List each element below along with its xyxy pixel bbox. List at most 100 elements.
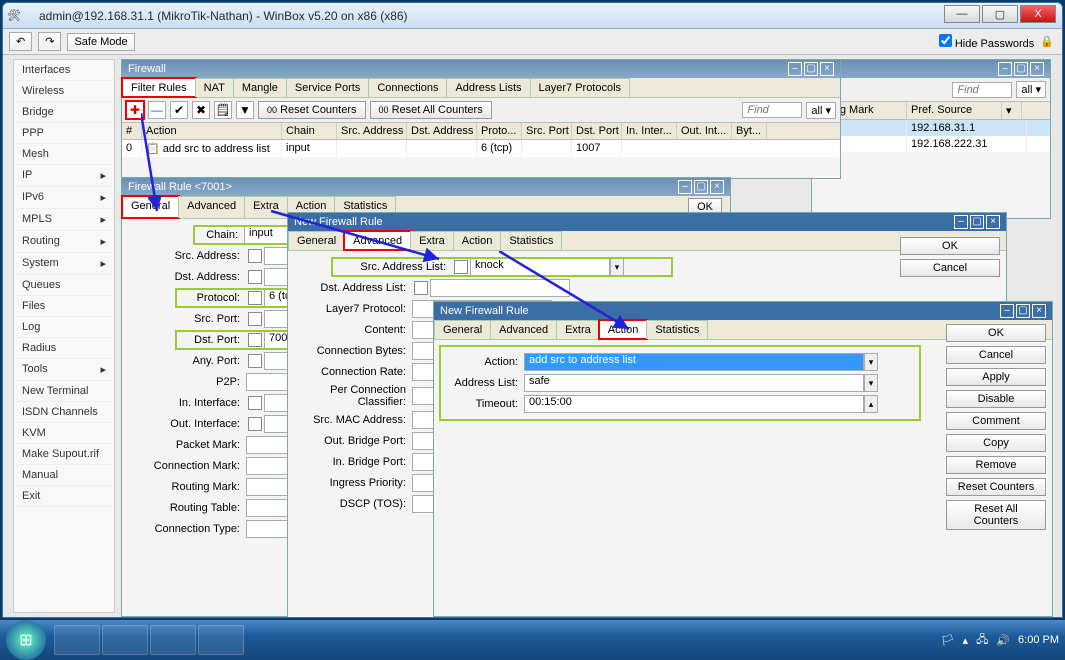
sidebar-item-radius[interactable]: Radius bbox=[14, 338, 114, 359]
close-icon[interactable]: × bbox=[820, 62, 834, 76]
tab-extra[interactable]: Extra bbox=[410, 231, 454, 250]
remove-button[interactable]: — bbox=[148, 101, 166, 119]
tab-general[interactable]: General bbox=[434, 320, 491, 339]
sidebar-item-isdn[interactable]: ISDN Channels bbox=[14, 402, 114, 423]
comment-button[interactable]: Comment bbox=[946, 412, 1046, 430]
src-addr-list-input[interactable]: knock bbox=[470, 258, 610, 276]
sidebar-item-new-terminal[interactable]: New Terminal bbox=[14, 381, 114, 402]
sidebar-item-routing[interactable]: Routing▸ bbox=[14, 231, 114, 253]
sidebar-item-mpls[interactable]: MPLS▸ bbox=[14, 209, 114, 231]
minimize-button[interactable]: — bbox=[944, 5, 980, 23]
close-icon[interactable]: × bbox=[710, 180, 724, 194]
address-list-input[interactable]: safe bbox=[524, 374, 864, 392]
sidebar-item-kvm[interactable]: KVM bbox=[14, 423, 114, 444]
tab-extra[interactable]: Extra bbox=[244, 196, 288, 218]
sidebar-item-mesh[interactable]: Mesh bbox=[14, 144, 114, 165]
tab-mangle[interactable]: Mangle bbox=[233, 78, 287, 97]
sidebar-item-log[interactable]: Log bbox=[14, 317, 114, 338]
find-input[interactable] bbox=[742, 102, 802, 118]
remove-button[interactable]: Remove bbox=[946, 456, 1046, 474]
sidebar-item-manual[interactable]: Manual bbox=[14, 465, 114, 486]
src-neg-checkbox[interactable] bbox=[248, 249, 262, 263]
minimize-icon[interactable]: – bbox=[678, 180, 692, 194]
add-button[interactable]: ✚ bbox=[126, 101, 144, 119]
undo-button[interactable]: ↶ bbox=[9, 32, 32, 51]
reset-all-counters-button[interactable]: 00 Reset All Counters bbox=[370, 101, 492, 119]
maximize-icon[interactable]: ▢ bbox=[804, 62, 818, 76]
close-icon[interactable]: × bbox=[1032, 304, 1046, 318]
dropdown-icon[interactable]: ▾ bbox=[864, 353, 878, 371]
maximize-icon[interactable]: ▢ bbox=[1016, 304, 1030, 318]
sidebar-item-queues[interactable]: Queues bbox=[14, 275, 114, 296]
start-button[interactable]: ⊞ bbox=[6, 620, 46, 660]
tab-advanced[interactable]: Advanced bbox=[490, 320, 557, 339]
cancel-button[interactable]: Cancel bbox=[946, 346, 1046, 364]
tab-layer7[interactable]: Layer7 Protocols bbox=[530, 78, 631, 97]
hide-passwords-toggle[interactable]: Hide Passwords bbox=[939, 34, 1035, 50]
tray-network-icon[interactable]: 🖧 bbox=[976, 631, 988, 650]
up-icon[interactable]: ▴ bbox=[864, 395, 878, 413]
sidebar-item-interfaces[interactable]: Interfaces bbox=[14, 60, 114, 81]
tray-clock[interactable]: 6:00 PM bbox=[1018, 634, 1059, 646]
apply-button[interactable]: Apply bbox=[946, 368, 1046, 386]
sidebar-item-exit[interactable]: Exit bbox=[14, 486, 114, 507]
sidebar-item-ppp[interactable]: PPP bbox=[14, 123, 114, 144]
sidebar-item-wireless[interactable]: Wireless bbox=[14, 81, 114, 102]
tab-extra[interactable]: Extra bbox=[556, 320, 600, 339]
maximize-icon[interactable]: ▢ bbox=[1014, 62, 1028, 76]
tab-advanced[interactable]: Advanced bbox=[178, 196, 245, 218]
sidebar-item-system[interactable]: System▸ bbox=[14, 253, 114, 275]
tab-statistics[interactable]: Statistics bbox=[646, 320, 708, 339]
filter-button[interactable]: ▼ bbox=[236, 101, 254, 119]
ok-button[interactable]: OK bbox=[900, 237, 1000, 255]
tab-filter-rules[interactable]: Filter Rules bbox=[122, 78, 196, 97]
sidebar-item-supout[interactable]: Make Supout.rif bbox=[14, 444, 114, 465]
maximize-icon[interactable]: ▢ bbox=[694, 180, 708, 194]
enable-button[interactable]: ✔ bbox=[170, 101, 188, 119]
maximize-button[interactable]: ▢ bbox=[982, 5, 1018, 23]
tab-nat[interactable]: NAT bbox=[195, 78, 234, 97]
tab-advanced[interactable]: Advanced bbox=[344, 231, 411, 250]
timeout-input[interactable]: 00:15:00 bbox=[524, 395, 864, 413]
dst-addr-list-input[interactable] bbox=[430, 279, 570, 297]
find-input[interactable] bbox=[952, 82, 1012, 98]
task-teamviewer[interactable] bbox=[150, 625, 196, 655]
tray-flag-icon[interactable]: 🏳 bbox=[941, 634, 955, 647]
reset-all-counters-button[interactable]: Reset All Counters bbox=[946, 500, 1046, 530]
filter-all-select[interactable]: all ▾ bbox=[806, 102, 836, 119]
action-select[interactable]: add src to address list bbox=[524, 353, 864, 371]
minimize-icon[interactable]: – bbox=[998, 62, 1012, 76]
safe-mode-button[interactable]: Safe Mode bbox=[67, 33, 134, 51]
reset-counters-button[interactable]: 00 Reset Counters bbox=[258, 101, 366, 119]
redo-button[interactable]: ↷ bbox=[38, 32, 61, 51]
rule-row-0[interactable]: 0 📋 add src to address list input 6 (tcp… bbox=[122, 140, 840, 157]
tab-action[interactable]: Action bbox=[599, 320, 648, 339]
minimize-icon[interactable]: – bbox=[954, 215, 968, 229]
tab-action[interactable]: Action bbox=[453, 231, 502, 250]
comment-button[interactable]: 🗒 bbox=[214, 101, 232, 119]
disable-button[interactable]: ✖ bbox=[192, 101, 210, 119]
ok-button[interactable]: OK bbox=[946, 324, 1046, 342]
close-button[interactable]: X bbox=[1020, 5, 1056, 23]
task-explorer[interactable] bbox=[54, 625, 100, 655]
close-icon[interactable]: × bbox=[986, 215, 1000, 229]
tray-up-icon[interactable]: ▴ bbox=[963, 634, 969, 647]
dropdown-icon[interactable]: ▾ bbox=[610, 258, 624, 276]
tray-volume-icon[interactable]: 🔊 bbox=[996, 634, 1010, 647]
sidebar-item-tools[interactable]: Tools▸ bbox=[14, 359, 114, 381]
minimize-icon[interactable]: – bbox=[788, 62, 802, 76]
sidebar-item-bridge[interactable]: Bridge bbox=[14, 102, 114, 123]
reset-counters-button[interactable]: Reset Counters bbox=[946, 478, 1046, 496]
all-select[interactable]: all ▾ bbox=[1016, 81, 1046, 98]
tab-service-ports[interactable]: Service Ports bbox=[286, 78, 369, 97]
minimize-icon[interactable]: – bbox=[1000, 304, 1014, 318]
disable-button[interactable]: Disable bbox=[946, 390, 1046, 408]
tab-statistics[interactable]: Statistics bbox=[500, 231, 562, 250]
cancel-button[interactable]: Cancel bbox=[900, 259, 1000, 277]
maximize-icon[interactable]: ▢ bbox=[970, 215, 984, 229]
sidebar-item-ip[interactable]: IP▸ bbox=[14, 165, 114, 187]
tab-address-lists[interactable]: Address Lists bbox=[446, 78, 530, 97]
close-icon[interactable]: × bbox=[1030, 62, 1044, 76]
sidebar-item-files[interactable]: Files bbox=[14, 296, 114, 317]
sidebar-item-ipv6[interactable]: IPv6▸ bbox=[14, 187, 114, 209]
